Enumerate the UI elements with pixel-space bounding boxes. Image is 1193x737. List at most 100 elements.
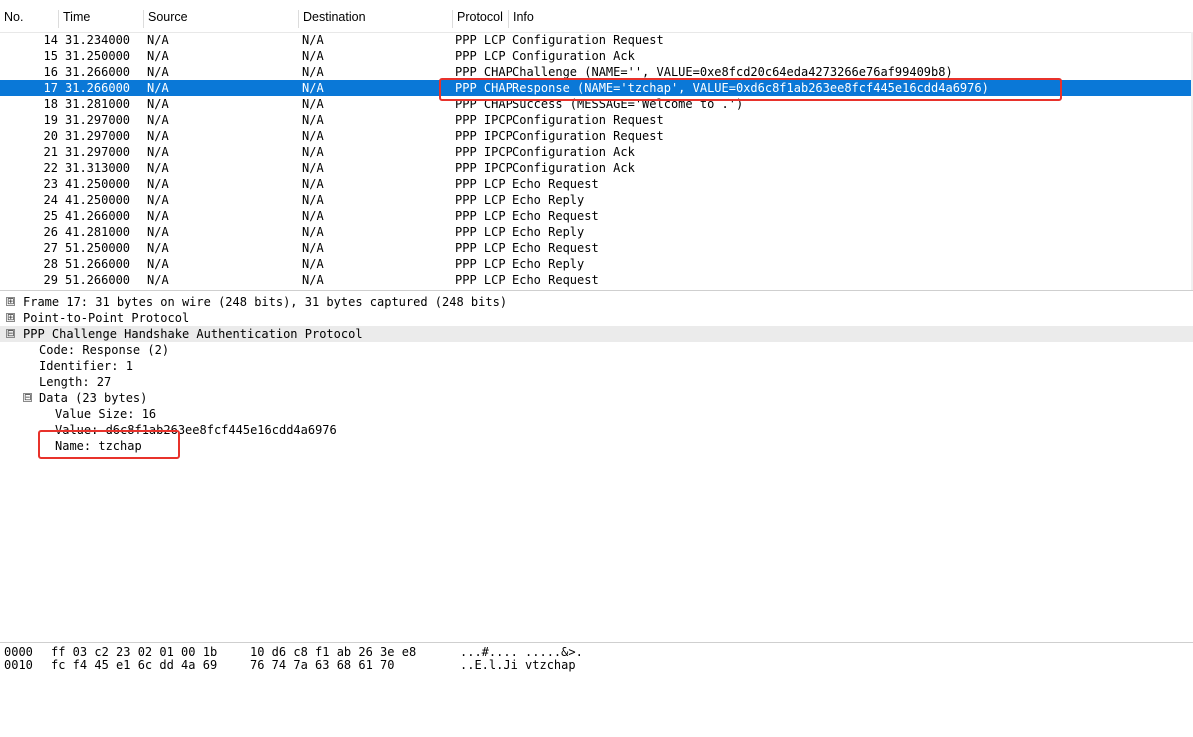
packet-info: Configuration Ack — [512, 145, 635, 159]
column-header-destination[interactable]: Destination — [298, 10, 452, 28]
detail-code-label: Code: Response (2) — [39, 343, 170, 357]
packet-no: 20 — [43, 129, 58, 143]
packet-protocol: PPP LCP — [455, 33, 506, 47]
hex-bytes: 76 74 7a 63 68 61 70 — [250, 658, 395, 672]
packet-info: Configuration Request — [512, 33, 664, 47]
packet-source: N/A — [147, 209, 169, 223]
hex-offset: 0010 — [4, 658, 33, 672]
packet-protocol: PPP IPCP — [455, 113, 512, 127]
packet-no: 18 — [43, 97, 58, 111]
annotation-highlight-response — [439, 78, 1062, 101]
packet-source: N/A — [147, 273, 169, 287]
packet-destination: N/A — [302, 209, 324, 223]
packet-list-pane: No. Time Source Destination Protocol Inf… — [0, 0, 1193, 291]
packet-no: 17 — [43, 81, 58, 95]
packet-info: Configuration Request — [512, 129, 664, 143]
packet-destination: N/A — [302, 49, 324, 63]
packet-source: N/A — [147, 49, 169, 63]
packet-info: Configuration Ack — [512, 161, 635, 175]
detail-value-size[interactable]: Value Size: 16 — [0, 406, 1193, 422]
hex-ascii: ..E.l.Ji vtzchap — [460, 658, 576, 672]
packet-row[interactable]: 21 31.297000 N/A N/A PPP IPCP Configuration A… — [0, 144, 1193, 160]
packet-info: Configuration Ack — [512, 49, 635, 63]
packet-protocol: PPP IPCP — [455, 129, 512, 143]
packet-time: 31.250000 — [65, 49, 131, 63]
packet-info: Echo Request — [512, 241, 599, 255]
packet-time: 31.297000 — [65, 129, 131, 143]
packet-row[interactable]: 28 51.266000 N/A N/A PPP LCP Echo Reply — [0, 256, 1193, 272]
packet-row[interactable]: 14 31.234000 N/A N/A PPP LCP Configuration Re… — [0, 32, 1193, 48]
packet-protocol: PPP LCP — [455, 49, 506, 63]
packet-source: N/A — [147, 161, 169, 175]
packet-source: N/A — [147, 97, 169, 111]
packet-source: N/A — [147, 65, 169, 79]
packet-protocol: PPP LCP — [455, 257, 506, 271]
packet-no: 23 — [43, 177, 58, 191]
packet-time: 41.250000 — [65, 193, 131, 207]
packet-time: 31.281000 — [65, 97, 131, 111]
packet-row[interactable]: 26 41.281000 N/A N/A PPP LCP Echo Reply — [0, 224, 1193, 240]
packet-destination: N/A — [302, 225, 324, 239]
packet-time: 31.297000 — [65, 113, 131, 127]
packet-time: 31.266000 — [65, 81, 131, 95]
packet-time: 31.297000 — [65, 145, 131, 159]
detail-length-label: Length: 27 — [39, 375, 112, 389]
packet-row[interactable]: 25 41.266000 N/A N/A PPP LCP Echo Request — [0, 208, 1193, 224]
packet-destination: N/A — [302, 145, 324, 159]
packet-row[interactable]: 27 51.250000 N/A N/A PPP LCP Echo Request — [0, 240, 1193, 256]
column-header-source[interactable]: Source — [143, 10, 298, 28]
packet-row[interactable]: 23 41.250000 N/A N/A PPP LCP Echo Request — [0, 176, 1193, 192]
packet-info: Echo Request — [512, 209, 599, 223]
detail-value-size-label: Value Size: 16 — [55, 407, 157, 421]
packet-protocol: PPP LCP — [455, 209, 506, 223]
packet-destination: N/A — [302, 81, 324, 95]
detail-chap[interactable]: ⊟ PPP Challenge Handshake Authentication… — [0, 326, 1193, 342]
column-header-protocol[interactable]: Protocol — [452, 10, 508, 28]
packet-destination: N/A — [302, 97, 324, 111]
column-header-time[interactable]: Time — [58, 10, 143, 28]
packet-no: 26 — [43, 225, 58, 239]
packet-protocol: PPP IPCP — [455, 145, 512, 159]
detail-frame-label: Frame 17: 31 bytes on wire (248 bits), 3… — [23, 295, 508, 309]
packet-row[interactable]: 20 31.297000 N/A N/A PPP IPCP Configuration R… — [0, 128, 1193, 144]
packet-no: 14 — [43, 33, 58, 47]
column-header-info[interactable]: Info — [508, 10, 1193, 28]
packet-no: 29 — [43, 273, 58, 287]
packet-row[interactable]: 19 31.297000 N/A N/A PPP IPCP Configuration R… — [0, 112, 1193, 128]
packet-info: Echo Request — [512, 273, 599, 287]
detail-frame[interactable]: ⊞ Frame 17: 31 bytes on wire (248 bits),… — [0, 294, 1193, 310]
collapse-icon[interactable]: ⊟ — [6, 329, 15, 339]
packet-time: 51.250000 — [65, 241, 131, 255]
packet-destination: N/A — [302, 273, 324, 287]
packet-time: 41.281000 — [65, 225, 131, 239]
packet-row[interactable]: 15 31.250000 N/A N/A PPP LCP Configuration Ac… — [0, 48, 1193, 64]
packet-row[interactable]: 22 31.313000 N/A N/A PPP IPCP Configuration A… — [0, 160, 1193, 176]
detail-code[interactable]: Code: Response (2) — [0, 342, 1193, 358]
packet-row[interactable]: 24 41.250000 N/A N/A PPP LCP Echo Reply — [0, 192, 1193, 208]
detail-length[interactable]: Length: 27 — [0, 374, 1193, 390]
packet-destination: N/A — [302, 161, 324, 175]
expand-icon[interactable]: ⊞ — [6, 313, 15, 323]
detail-identifier[interactable]: Identifier: 1 — [0, 358, 1193, 374]
column-header-no[interactable]: No. — [0, 10, 58, 28]
detail-ppp[interactable]: ⊞ Point-to-Point Protocol — [0, 310, 1193, 326]
packet-time: 31.313000 — [65, 161, 131, 175]
packet-destination: N/A — [302, 33, 324, 47]
packet-protocol: PPP LCP — [455, 225, 506, 239]
expand-icon[interactable]: ⊞ — [6, 297, 15, 307]
packet-info: Echo Reply — [512, 257, 585, 271]
packet-destination: N/A — [302, 113, 324, 127]
packet-destination: N/A — [302, 257, 324, 271]
packet-time: 31.234000 — [65, 33, 131, 47]
detail-ppp-label: Point-to-Point Protocol — [23, 311, 190, 325]
collapse-icon[interactable]: ⊟ — [23, 393, 32, 403]
detail-data-label: Data (23 bytes) — [39, 391, 148, 405]
packet-row[interactable]: 29 51.266000 N/A N/A PPP LCP Echo Request — [0, 272, 1193, 288]
packet-source: N/A — [147, 241, 169, 255]
packet-time: 31.266000 — [65, 65, 131, 79]
detail-chap-label: PPP Challenge Handshake Authentication P… — [23, 327, 363, 341]
detail-data[interactable]: ⊟ Data (23 bytes) — [0, 390, 1193, 406]
packet-protocol: PPP LCP — [455, 193, 506, 207]
hex-row[interactable]: 0010 fc f4 45 e1 6c dd 4a 69 76 74 7a 63… — [0, 659, 576, 672]
packet-no: 24 — [43, 193, 58, 207]
